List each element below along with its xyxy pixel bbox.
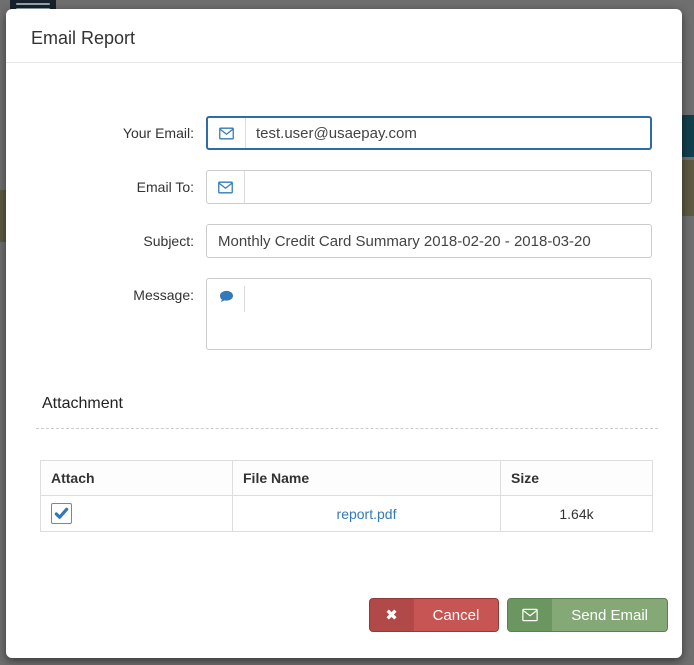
close-icon: ✖	[369, 599, 414, 631]
envelope-icon	[207, 171, 245, 203]
modal-title: Email Report	[31, 28, 136, 48]
table-header-row: Attach File Name Size	[40, 460, 653, 496]
email-report-modal: Email Report Your Email: Email To	[6, 9, 682, 658]
table-row: report.pdf 1.64k	[40, 495, 653, 532]
message-row: Message:	[6, 278, 682, 350]
file-name-column-header: File Name	[232, 460, 501, 496]
envelope-icon	[208, 118, 246, 148]
cancel-button[interactable]: ✖ Cancel	[368, 598, 500, 632]
email-to-label: Email To:	[136, 179, 194, 195]
checkmark-icon	[54, 507, 69, 519]
modal-body: Your Email: Email To:	[6, 63, 682, 632]
subject-label: Subject:	[143, 233, 194, 249]
subject-input[interactable]	[206, 224, 652, 258]
attachment-section: Attachment Attach File Name Size report.…	[6, 395, 682, 532]
email-to-group	[206, 170, 652, 204]
attach-column-header: Attach	[40, 460, 233, 496]
file-link[interactable]: report.pdf	[337, 506, 397, 522]
email-to-input[interactable]	[245, 171, 651, 203]
file-name-cell: report.pdf	[232, 495, 501, 532]
attachment-heading: Attachment	[42, 395, 123, 412]
size-column-header: Size	[500, 460, 653, 496]
subject-row: Subject:	[6, 224, 682, 258]
attachment-table: Attach File Name Size report.pdf 1.64k	[40, 460, 653, 532]
background-page-fragment	[682, 115, 694, 157]
attach-cell	[40, 495, 233, 532]
message-group	[206, 278, 652, 350]
your-email-row: Your Email:	[6, 116, 682, 150]
dashed-divider	[36, 428, 658, 429]
email-to-row: Email To:	[6, 170, 682, 204]
size-cell: 1.64k	[500, 495, 653, 532]
message-label: Message:	[133, 287, 194, 303]
attach-checkbox[interactable]	[51, 503, 72, 524]
your-email-input[interactable]	[246, 118, 650, 148]
your-email-group	[206, 116, 652, 150]
cancel-button-label: Cancel	[432, 606, 480, 624]
send-email-button[interactable]: Send Email	[507, 598, 668, 632]
send-email-button-label: Send Email	[571, 606, 648, 624]
envelope-icon	[508, 599, 553, 631]
modal-header: Email Report	[6, 9, 682, 63]
background-page-fragment	[682, 160, 694, 216]
comment-icon	[207, 279, 245, 349]
message-textarea[interactable]	[245, 279, 651, 349]
your-email-label: Your Email:	[122, 125, 194, 141]
modal-footer: ✖ Cancel Send Email	[6, 598, 682, 632]
